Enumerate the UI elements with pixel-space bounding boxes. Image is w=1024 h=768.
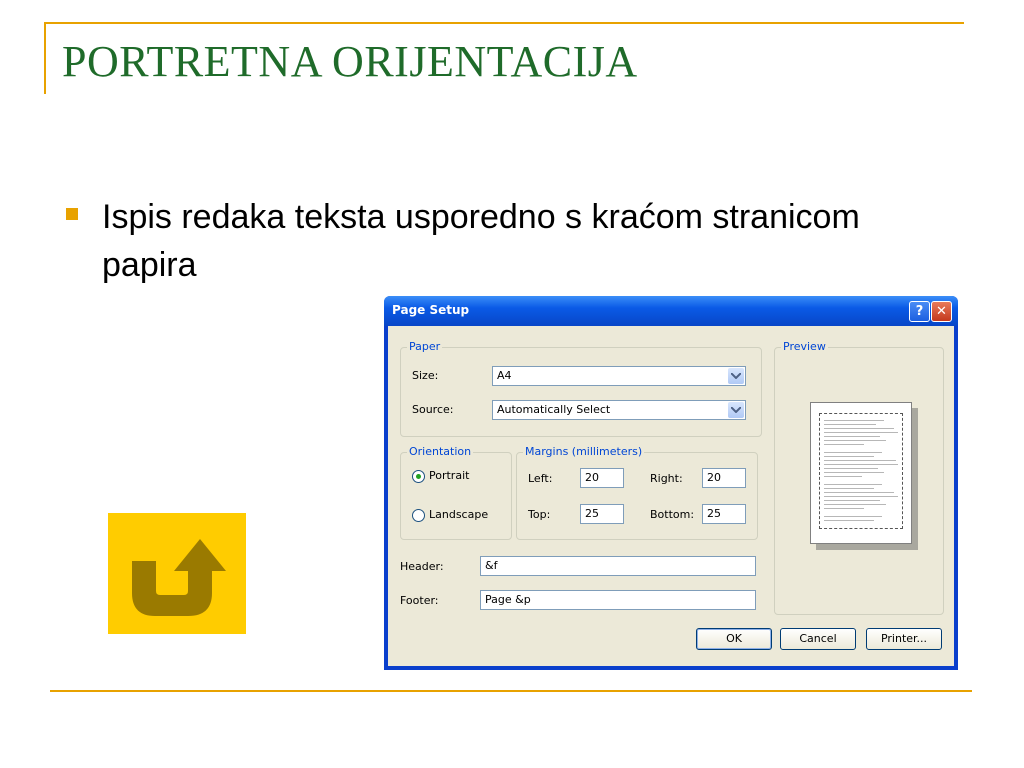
footer-input[interactable]: Page &p <box>480 590 756 610</box>
size-value: A4 <box>497 369 512 382</box>
portrait-radio[interactable] <box>412 470 425 483</box>
chevron-down-icon[interactable] <box>728 368 744 384</box>
bottom-accent-line <box>50 690 972 692</box>
ok-button[interactable]: OK <box>696 628 772 650</box>
u-turn-arrow-icon <box>132 539 226 616</box>
source-dropdown[interactable]: Automatically Select <box>492 400 746 420</box>
orientation-group-label: Orientation <box>407 445 474 459</box>
source-label: Source: <box>412 403 454 416</box>
top-margin-label: Top: <box>528 508 551 521</box>
help-button[interactable]: ? <box>909 301 930 322</box>
chevron-down-icon[interactable] <box>728 402 744 418</box>
preview-page <box>810 402 912 544</box>
dialog-body: Paper Size: A4 Source: Automatically Sel… <box>388 326 954 666</box>
paper-group: Paper <box>400 340 762 437</box>
header-input[interactable]: &f <box>480 556 756 576</box>
header-label: Header: <box>400 560 444 573</box>
return-button[interactable] <box>108 513 246 634</box>
preview-margin-box <box>819 413 903 529</box>
top-accent-line <box>44 22 964 24</box>
landscape-radio[interactable] <box>412 509 425 522</box>
dialog-titlebar[interactable]: Page Setup ? ✕ <box>384 296 958 326</box>
footer-label: Footer: <box>400 594 439 607</box>
printer-button[interactable]: Printer... <box>866 628 942 650</box>
margins-group-label: Margins (millimeters) <box>523 445 645 459</box>
dialog-title: Page Setup <box>392 303 470 317</box>
page-setup-dialog: Page Setup ? ✕ Paper Size: A4 Source: Au… <box>384 296 958 670</box>
preview-group-label: Preview <box>781 340 828 354</box>
bullet-text: Ispis redaka teksta usporedno s kraćom s… <box>102 198 860 284</box>
bottom-margin-input[interactable]: 25 <box>702 504 746 524</box>
left-margin-input[interactable]: 20 <box>580 468 624 488</box>
size-dropdown[interactable]: A4 <box>492 366 746 386</box>
bottom-margin-label: Bottom: <box>650 508 695 521</box>
left-margin-label: Left: <box>528 472 553 485</box>
right-margin-label: Right: <box>650 472 683 485</box>
bullet-square-icon <box>66 208 78 220</box>
orientation-group: Orientation <box>400 445 512 540</box>
margins-group: Margins (millimeters) <box>516 445 758 540</box>
portrait-label[interactable]: Portrait <box>429 469 469 483</box>
left-accent-line <box>44 22 46 94</box>
source-value: Automatically Select <box>497 403 611 416</box>
radio-selected-dot <box>416 474 421 479</box>
cancel-button[interactable]: Cancel <box>780 628 856 650</box>
size-label: Size: <box>412 369 439 382</box>
top-margin-input[interactable]: 25 <box>580 504 624 524</box>
right-margin-input[interactable]: 20 <box>702 468 746 488</box>
slide-title: PORTRETNA ORIJENTACIJA <box>62 37 638 86</box>
close-button[interactable]: ✕ <box>931 301 952 322</box>
paper-group-label: Paper <box>407 340 443 354</box>
landscape-label[interactable]: Landscape <box>429 508 488 522</box>
